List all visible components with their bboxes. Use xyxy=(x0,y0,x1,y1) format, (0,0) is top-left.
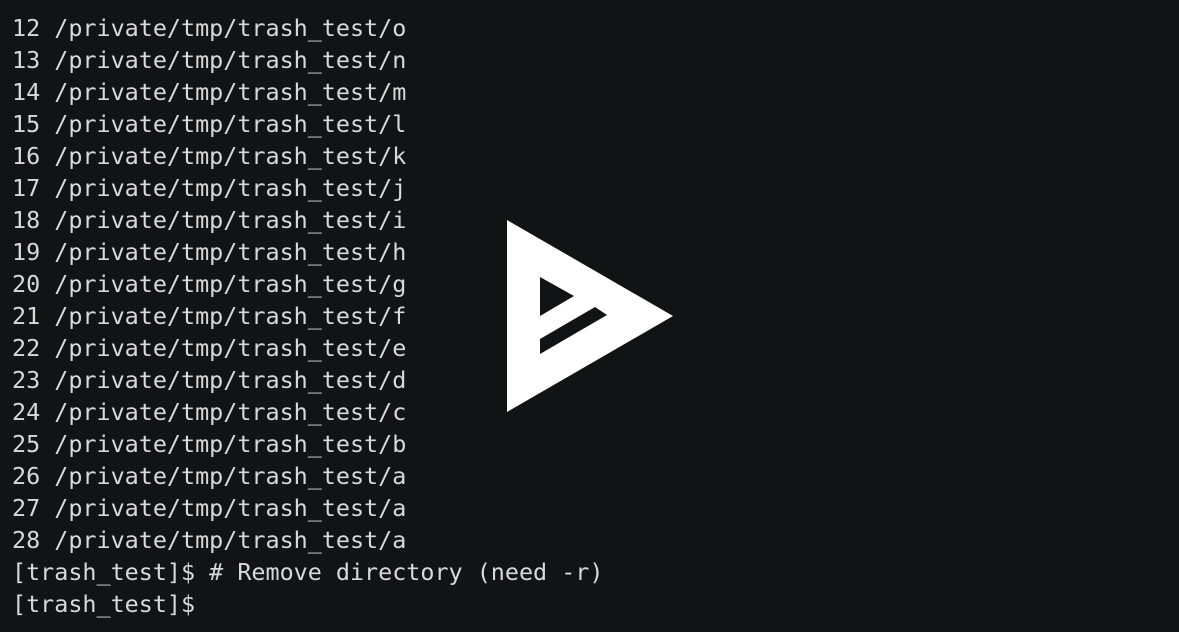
terminal-line: 21 /private/tmp/trash_test/f xyxy=(12,302,407,330)
terminal-line: 17 /private/tmp/trash_test/j xyxy=(12,174,407,202)
terminal-line: 26 /private/tmp/trash_test/a xyxy=(12,462,407,490)
terminal-line: 24 /private/tmp/trash_test/c xyxy=(12,398,407,426)
terminal-line: 27 /private/tmp/trash_test/a xyxy=(12,494,407,522)
terminal-line: 28 /private/tmp/trash_test/a xyxy=(12,526,407,554)
asciinema-play-icon xyxy=(507,220,673,412)
terminal-line: 16 /private/tmp/trash_test/k xyxy=(12,142,407,170)
terminal-line: 25 /private/tmp/trash_test/b xyxy=(12,430,407,458)
play-button[interactable] xyxy=(507,220,673,412)
terminal-line: 15 /private/tmp/trash_test/l xyxy=(12,110,407,138)
terminal-command-line: [trash_test]$ # Remove directory (need -… xyxy=(12,558,604,586)
terminal-line: 12 /private/tmp/trash_test/o xyxy=(12,14,407,42)
terminal-line: 22 /private/tmp/trash_test/e xyxy=(12,334,407,362)
terminal-line: 23 /private/tmp/trash_test/d xyxy=(12,366,407,394)
terminal-line: 19 /private/tmp/trash_test/h xyxy=(12,238,407,266)
terminal-line: 14 /private/tmp/trash_test/m xyxy=(12,78,407,106)
terminal-prompt-line: [trash_test]$ xyxy=(12,590,210,618)
terminal-line: 18 /private/tmp/trash_test/i xyxy=(12,206,407,234)
terminal-line: 13 /private/tmp/trash_test/n xyxy=(12,46,407,74)
terminal-line: 20 /private/tmp/trash_test/g xyxy=(12,270,407,298)
